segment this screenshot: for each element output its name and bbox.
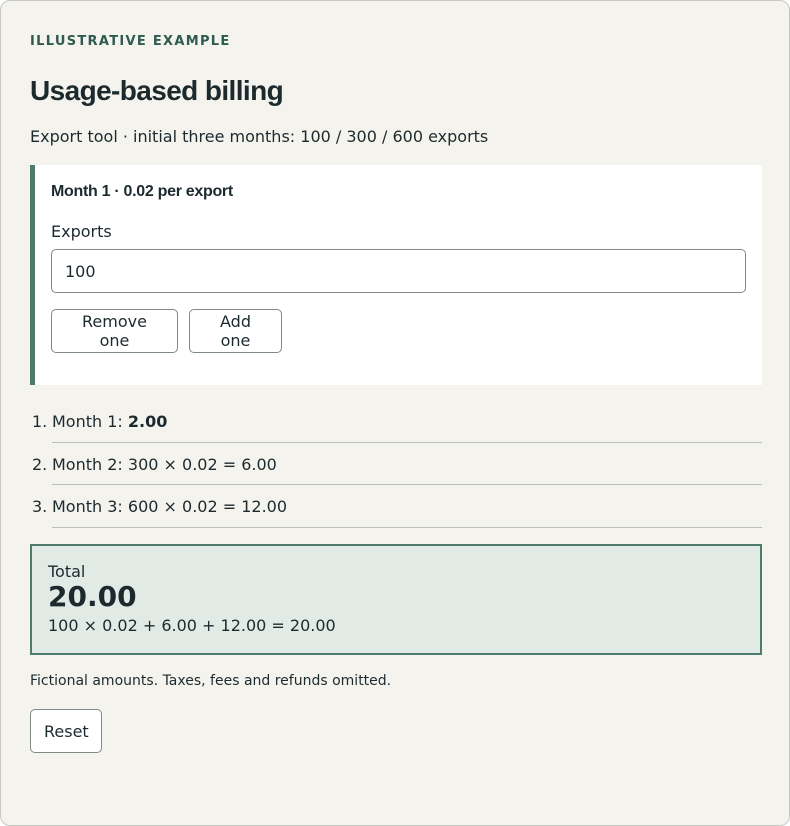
- list-item: 1. Month 1: 2.00: [30, 400, 762, 443]
- subtitle: Export tool · initial three months: 100 …: [30, 127, 489, 146]
- total-label: Total: [48, 562, 86, 581]
- month-label: Month 1:: [52, 412, 128, 431]
- list-number: 3.: [32, 497, 48, 516]
- month-value: 2.00: [127, 412, 168, 431]
- list-text: Month 1: 2.00: [52, 412, 167, 431]
- divider: [52, 526, 762, 528]
- billing-card: ILLUSTRATIVE EXAMPLE Usage-based billing…: [0, 0, 790, 826]
- panel-heading: Month 1 · 0.02 per export: [51, 183, 233, 200]
- total-value: 20.00: [48, 580, 137, 613]
- list-number: 1.: [32, 412, 48, 431]
- reset-button[interactable]: Reset: [30, 709, 102, 753]
- total-box: Total 20.00 100 × 0.02 + 6.00 + 12.00 = …: [30, 544, 762, 655]
- remove-one-button[interactable]: Remove one: [51, 309, 178, 353]
- list-text: Month 3: 600 × 0.02 = 12.00: [52, 497, 288, 516]
- list-item: 2. Month 2: 300 × 0.02 = 6.00: [30, 443, 762, 485]
- footnote: Fictional amounts. Taxes, fees and refun…: [30, 673, 392, 689]
- add-one-button[interactable]: Add one: [189, 309, 282, 353]
- list-item: 3. Month 3: 600 × 0.02 = 12.00: [30, 485, 762, 528]
- total-formula: 100 × 0.02 + 6.00 + 12.00 = 20.00: [48, 616, 336, 635]
- page-title: Usage-based billing: [30, 75, 284, 106]
- list-number: 2.: [32, 454, 48, 474]
- exports-label: Exports: [51, 222, 112, 241]
- month-1-panel: Month 1 · 0.02 per export Exports Remove…: [30, 165, 762, 385]
- list-text: Month 2: 300 × 0.02 = 6.00: [52, 454, 277, 474]
- exports-input[interactable]: [51, 249, 746, 293]
- eyebrow-label: ILLUSTRATIVE EXAMPLE: [30, 34, 231, 49]
- month-list: 1. Month 1: 2.00 2. Month 2: 300 × 0.02 …: [30, 400, 762, 528]
